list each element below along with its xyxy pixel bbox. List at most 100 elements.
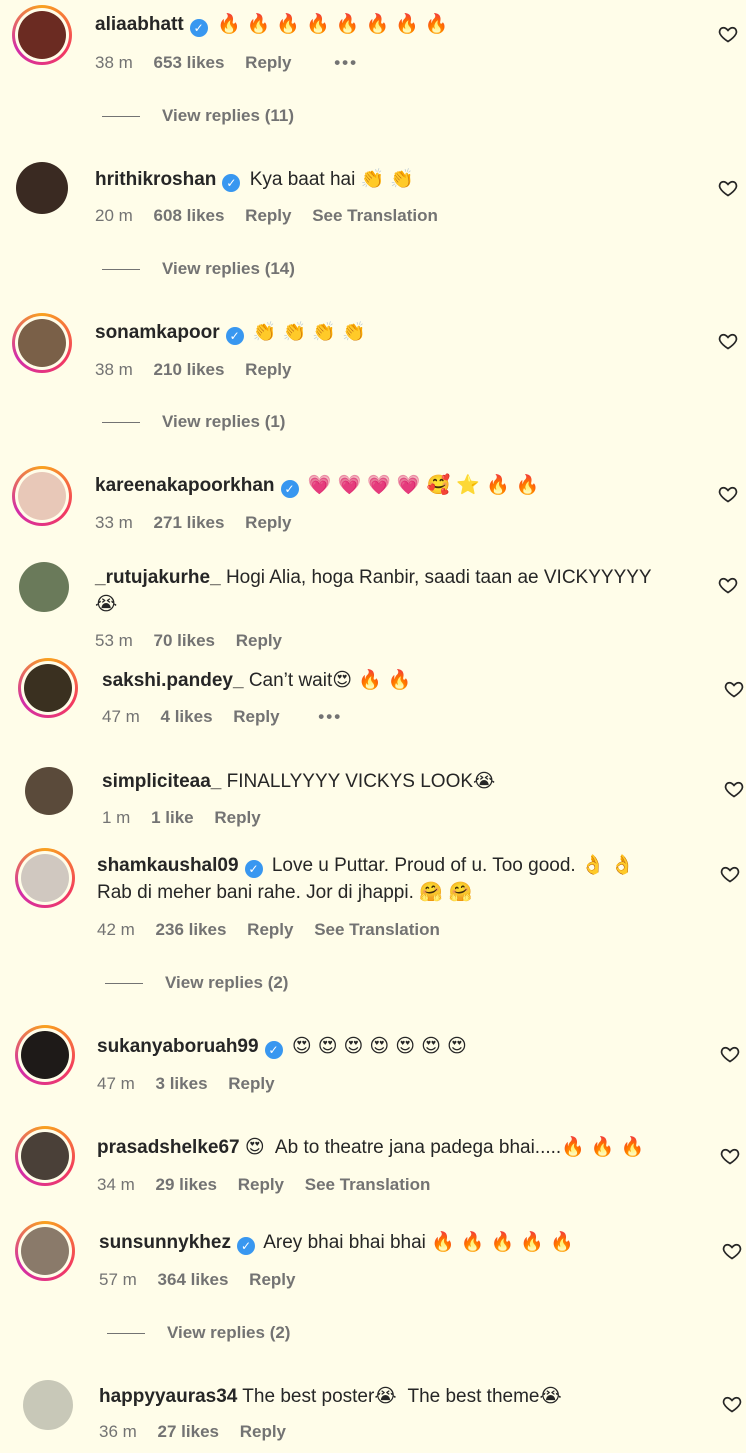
view-replies-label: View replies (14) (162, 259, 295, 278)
like-heart-icon[interactable] (722, 1394, 742, 1414)
reply-button[interactable]: Reply (240, 1422, 286, 1441)
like-heart-icon[interactable] (720, 864, 740, 884)
like-heart-icon[interactable] (718, 331, 738, 351)
view-replies-button[interactable]: View replies (1) (102, 412, 285, 432)
comment-text: hrithikroshan ✓ Kya baat hai 👏 👏 (95, 165, 420, 194)
view-replies-button[interactable]: View replies (2) (105, 973, 288, 993)
like-heart-icon[interactable] (722, 1241, 742, 1261)
comment-item: happyyauras34 The best poster😭 The best … (0, 1372, 746, 1453)
username[interactable]: kareenakapoorkhan (95, 475, 275, 496)
more-options-icon[interactable]: ••• (334, 53, 358, 72)
timestamp: 38 m (95, 53, 133, 72)
avatar[interactable] (16, 162, 68, 214)
avatar[interactable] (15, 1126, 75, 1186)
see-translation-button[interactable]: See Translation (314, 920, 440, 939)
comment-item: sukanyaboruah99 ✓ 😍 😍 😍 😍 😍 😍 😍 47 m 3 li… (0, 1022, 746, 1112)
reply-button[interactable]: Reply (249, 1270, 295, 1289)
like-heart-icon[interactable] (718, 178, 738, 198)
avatar[interactable] (19, 562, 69, 612)
timestamp: 33 m (95, 513, 133, 532)
comment-body: FINALLYYYY VICKYS LOOK (226, 771, 474, 792)
like-heart-icon[interactable] (724, 779, 744, 799)
username[interactable]: sukanyaboruah99 (97, 1036, 259, 1057)
reply-button[interactable]: Reply (245, 513, 291, 532)
likes-count[interactable]: 29 likes (156, 1175, 217, 1194)
username[interactable]: shamkaushal09 (97, 855, 239, 876)
comment-meta: 36 m 27 likes Reply (99, 1422, 302, 1442)
like-heart-icon[interactable] (720, 1044, 740, 1064)
more-options-icon[interactable]: ••• (318, 707, 342, 726)
likes-count[interactable]: 3 likes (156, 1074, 208, 1093)
comment-item: sonamkapoor ✓ 👏 👏 👏 👏 38 m 210 likes Repl… (0, 305, 746, 445)
see-translation-button[interactable]: See Translation (312, 206, 438, 225)
like-heart-icon[interactable] (718, 484, 738, 504)
reply-button[interactable]: Reply (228, 1074, 274, 1093)
reply-button[interactable]: Reply (238, 1175, 284, 1194)
likes-count[interactable]: 4 likes (161, 707, 213, 726)
like-heart-icon[interactable] (724, 679, 744, 699)
comment-meta: 53 m 70 likes Reply (95, 631, 298, 651)
avatar[interactable] (15, 1025, 75, 1085)
timestamp: 20 m (95, 206, 133, 225)
username[interactable]: happyyauras34 (99, 1386, 237, 1407)
replies-divider (105, 983, 143, 985)
username[interactable]: sonamkapoor (95, 322, 220, 343)
likes-count[interactable]: 27 likes (158, 1422, 219, 1441)
comment-meta: 33 m 271 likes Reply (95, 513, 307, 533)
reply-button[interactable]: Reply (236, 631, 282, 650)
comment-text: prasadshelke67 😍 Ab to theatre jana pade… (97, 1133, 650, 1162)
username[interactable]: sunsunnykhez (99, 1232, 231, 1253)
see-translation-button[interactable]: See Translation (305, 1175, 431, 1194)
comment-body: Arey bhai bhai bhai (263, 1232, 426, 1253)
reply-button[interactable]: Reply (245, 53, 291, 72)
comment-meta: 42 m 236 likes Reply See Translation (97, 920, 456, 940)
timestamp: 36 m (99, 1422, 137, 1441)
avatar[interactable] (12, 466, 72, 526)
reply-button[interactable]: Reply (245, 360, 291, 379)
view-replies-button[interactable]: View replies (14) (102, 259, 295, 279)
view-replies-button[interactable]: View replies (11) (102, 106, 294, 126)
avatar[interactable] (25, 767, 73, 815)
view-replies-label: View replies (2) (167, 1323, 291, 1342)
comment-body: Can’t wait (248, 670, 333, 691)
username[interactable]: sakshi.pandey_ (102, 670, 244, 691)
likes-count[interactable]: 608 likes (154, 206, 225, 225)
comment-item: prasadshelke67 😍 Ab to theatre jana pade… (0, 1122, 746, 1212)
comment-meta: 38 m 210 likes Reply (95, 360, 307, 380)
username[interactable]: hrithikroshan (95, 169, 216, 190)
comment-meta: 38 m 653 likes Reply ••• (95, 53, 374, 73)
likes-count[interactable]: 271 likes (154, 513, 225, 532)
like-heart-icon[interactable] (720, 1146, 740, 1166)
likes-count[interactable]: 210 likes (154, 360, 225, 379)
username[interactable]: _rutujakurhe_ (95, 567, 221, 588)
timestamp: 42 m (97, 920, 135, 939)
reply-button[interactable]: Reply (214, 808, 260, 827)
reply-button[interactable]: Reply (245, 206, 291, 225)
avatar[interactable] (18, 658, 78, 718)
avatar[interactable] (15, 1221, 75, 1281)
likes-count[interactable]: 236 likes (156, 920, 227, 939)
avatar[interactable] (23, 1380, 73, 1430)
like-heart-icon[interactable] (718, 24, 738, 44)
username[interactable]: simpliciteaa_ (102, 771, 221, 792)
comment-meta: 57 m 364 likes Reply (99, 1270, 311, 1290)
username[interactable]: prasadshelke67 (97, 1137, 240, 1158)
reply-button[interactable]: Reply (233, 707, 279, 726)
avatar[interactable] (15, 848, 75, 908)
comment-meta: 1 m 1 like Reply (102, 808, 277, 828)
likes-count[interactable]: 364 likes (158, 1270, 229, 1289)
reply-button[interactable]: Reply (247, 920, 293, 939)
replies-divider (102, 422, 140, 424)
comment-item: kareenakapoorkhan ✓ 💗 💗 💗 💗 🥰 ⭐ 🔥 🔥 33 m … (0, 458, 746, 548)
likes-count[interactable]: 653 likes (154, 53, 225, 72)
comment-emoji: 👌 👌 (580, 854, 635, 876)
comment-emoji: 😭 (374, 1385, 397, 1407)
username[interactable]: aliaabhatt (95, 14, 184, 35)
avatar[interactable] (12, 5, 72, 65)
avatar[interactable] (12, 313, 72, 373)
likes-count[interactable]: 70 likes (154, 631, 215, 650)
view-replies-button[interactable]: View replies (2) (107, 1323, 290, 1343)
like-heart-icon[interactable] (718, 575, 738, 595)
comment-meta: 47 m 3 likes Reply (97, 1074, 291, 1094)
likes-count[interactable]: 1 like (151, 808, 194, 827)
